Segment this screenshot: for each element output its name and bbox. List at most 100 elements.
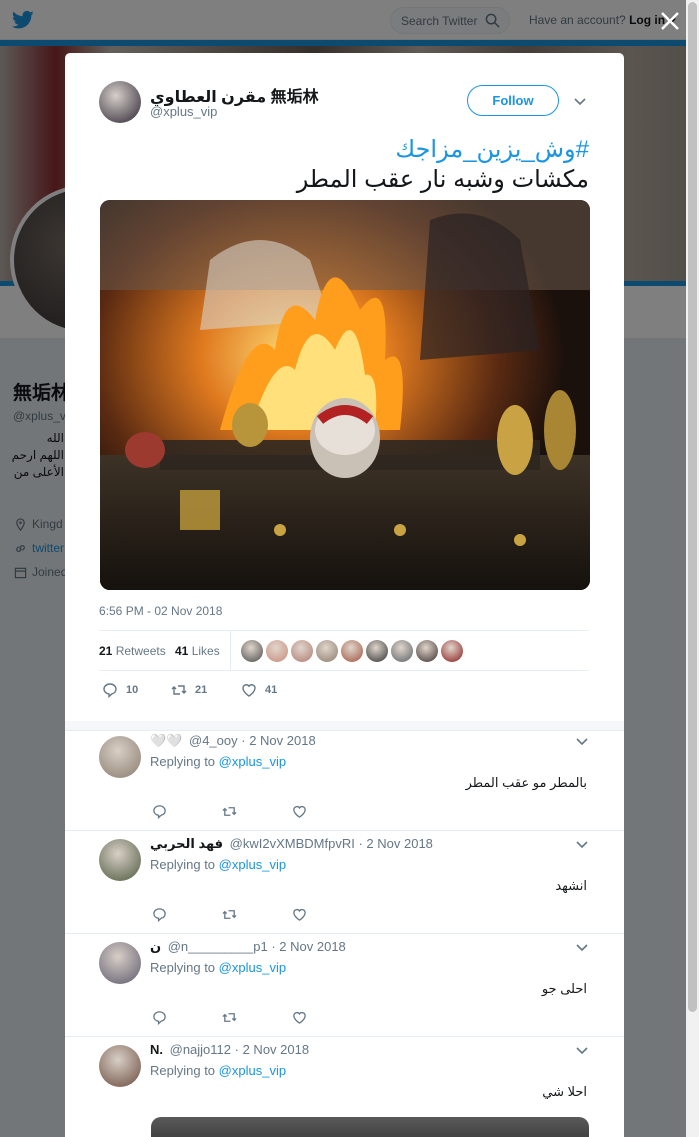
- reply-avatar[interactable]: [99, 839, 141, 881]
- close-icon[interactable]: [659, 10, 681, 32]
- like-action[interactable]: 41: [241, 682, 277, 698]
- chevron-down-icon[interactable]: [576, 738, 588, 746]
- liker-avatar[interactable]: [441, 640, 463, 662]
- reply-item[interactable]: ن @n_________p1 · 2 Nov 2018 Replying to…: [65, 934, 624, 1037]
- chevron-down-icon[interactable]: [576, 841, 588, 849]
- replying-to-handle[interactable]: @xplus_vip: [219, 960, 286, 975]
- liker-avatar[interactable]: [391, 640, 413, 662]
- reply-avatar[interactable]: [99, 1045, 141, 1087]
- likes-stat[interactable]: 41 Likes: [175, 644, 220, 658]
- reply-author-handle[interactable]: @n_________p1: [168, 939, 268, 954]
- reply-date[interactable]: 2 Nov 2018: [243, 1042, 310, 1057]
- reply-meta: 🤍🤍 @4_ooy · 2 Nov 2018: [150, 733, 316, 749]
- scrollbar-thumb[interactable]: [688, 2, 697, 1012]
- tweet-modal: مقرن العطاوي 無垢林 @xplus_vip Follow #وش_ي…: [65, 53, 624, 1137]
- reply-date[interactable]: 2 Nov 2018: [279, 939, 346, 954]
- retweets-count: 21: [99, 644, 113, 658]
- replying-label: Replying to: [150, 960, 216, 975]
- liker-avatar[interactable]: [416, 640, 438, 662]
- follow-button[interactable]: Follow: [467, 85, 559, 116]
- tweet-text: #وش_يزين_مزاجك مكشات وشبه نار عقب المطر: [99, 135, 589, 195]
- reply-author-name[interactable]: 🤍🤍: [150, 733, 182, 748]
- reply-avatar[interactable]: [99, 736, 141, 778]
- reply-author-name[interactable]: N.: [150, 1042, 163, 1057]
- retweet-action[interactable]: 21: [171, 682, 207, 698]
- author-handle[interactable]: @xplus_vip: [150, 104, 217, 119]
- reply-date[interactable]: 2 Nov 2018: [249, 733, 316, 748]
- reply-icon[interactable]: [152, 804, 167, 819]
- reply-actions: [152, 804, 312, 822]
- meta-dot: ·: [234, 1042, 243, 1057]
- heart-icon[interactable]: [241, 682, 257, 698]
- reply-icon[interactable]: [102, 682, 118, 698]
- replying-to-handle[interactable]: @xplus_vip: [219, 1063, 286, 1078]
- tweet-timestamp[interactable]: 6:56 PM - 02 Nov 2018: [99, 604, 222, 618]
- retweet-icon[interactable]: [171, 682, 187, 698]
- reply-author-handle[interactable]: @4_ooy: [189, 733, 238, 748]
- retweet-count: 21: [195, 684, 208, 696]
- replying-to: Replying to @xplus_vip: [150, 754, 286, 769]
- tweet-stats: 21 Retweets 41 Likes: [99, 630, 589, 671]
- reply-photo[interactable]: [151, 1117, 589, 1137]
- tweet-header: مقرن العطاوي 無垢林 @xplus_vip Follow: [99, 81, 589, 125]
- reply-meta: ن @n_________p1 · 2 Nov 2018: [150, 939, 346, 955]
- liker-avatars: [241, 640, 463, 662]
- author-avatar[interactable]: [99, 81, 141, 123]
- reply-action[interactable]: 10: [102, 682, 138, 698]
- replying-label: Replying to: [150, 1063, 216, 1078]
- tweet-photo[interactable]: [100, 200, 590, 590]
- liker-avatar[interactable]: [366, 640, 388, 662]
- chevron-down-icon[interactable]: [576, 1047, 588, 1055]
- page-scrollbar[interactable]: [686, 0, 699, 1137]
- reply-item[interactable]: N. @najjo112 · 2 Nov 2018 Replying to @x…: [65, 1037, 624, 1137]
- retweet-icon[interactable]: [222, 907, 237, 922]
- heart-icon[interactable]: [292, 907, 307, 922]
- reply-icon[interactable]: [152, 907, 167, 922]
- tweet-body: مكشات وشبه نار عقب المطر: [296, 166, 589, 193]
- reply-meta: N. @najjo112 · 2 Nov 2018: [150, 1042, 309, 1057]
- likes-label: Likes: [191, 644, 220, 658]
- meta-dot: ·: [241, 733, 250, 748]
- retweets-stat[interactable]: 21 Retweets: [99, 644, 166, 658]
- reply-date[interactable]: 2 Nov 2018: [366, 836, 433, 851]
- liker-avatar[interactable]: [316, 640, 338, 662]
- liker-avatar[interactable]: [291, 640, 313, 662]
- retweet-icon[interactable]: [222, 804, 237, 819]
- reply-item[interactable]: فهد الحربي @kwI2vXMBDMfpvRI · 2 Nov 2018…: [65, 831, 624, 934]
- reply-avatar[interactable]: [99, 942, 141, 984]
- reply-count: 10: [126, 684, 139, 696]
- campfire-photo-image: [100, 200, 590, 590]
- reply-actions: [152, 907, 312, 925]
- chevron-down-icon[interactable]: [574, 98, 586, 106]
- retweets-label: Retweets: [115, 644, 166, 658]
- reply-author-handle[interactable]: @kwI2vXMBDMfpvRI: [230, 836, 355, 851]
- replying-to: Replying to @xplus_vip: [150, 857, 286, 872]
- replying-to-handle[interactable]: @xplus_vip: [219, 857, 286, 872]
- heart-icon[interactable]: [292, 804, 307, 819]
- retweet-icon[interactable]: [222, 1010, 237, 1025]
- reply-author-name[interactable]: فهد الحربي: [150, 836, 223, 851]
- reply-text: بالمطر مو عقب المطر: [465, 775, 587, 790]
- reply-text: انشهد: [555, 878, 587, 893]
- liker-avatar[interactable]: [241, 640, 263, 662]
- like-count: 41: [265, 684, 278, 696]
- replying-label: Replying to: [150, 754, 216, 769]
- reply-meta: فهد الحربي @kwI2vXMBDMfpvRI · 2 Nov 2018: [150, 836, 433, 852]
- tweet-actions: 10 21 41: [102, 682, 302, 702]
- liker-avatar[interactable]: [341, 640, 363, 662]
- chevron-down-icon[interactable]: [576, 944, 588, 952]
- reply-author-name[interactable]: ن: [150, 939, 161, 954]
- reply-text: احلى جو: [541, 981, 587, 996]
- liker-avatar[interactable]: [266, 640, 288, 662]
- stats-divider: [230, 631, 231, 671]
- tweet-hashtag[interactable]: #وش_يزين_مزاجك: [99, 135, 589, 165]
- replying-to-handle[interactable]: @xplus_vip: [219, 754, 286, 769]
- reply-icon[interactable]: [152, 1010, 167, 1025]
- replying-to: Replying to @xplus_vip: [150, 1063, 286, 1078]
- reply-author-handle[interactable]: @najjo112: [170, 1042, 231, 1057]
- reply-actions: [152, 1010, 312, 1028]
- reply-text: احلا شي: [542, 1084, 587, 1099]
- heart-icon[interactable]: [292, 1010, 307, 1025]
- replying-label: Replying to: [150, 857, 216, 872]
- reply-item[interactable]: 🤍🤍 @4_ooy · 2 Nov 2018 Replying to @xplu…: [65, 728, 624, 831]
